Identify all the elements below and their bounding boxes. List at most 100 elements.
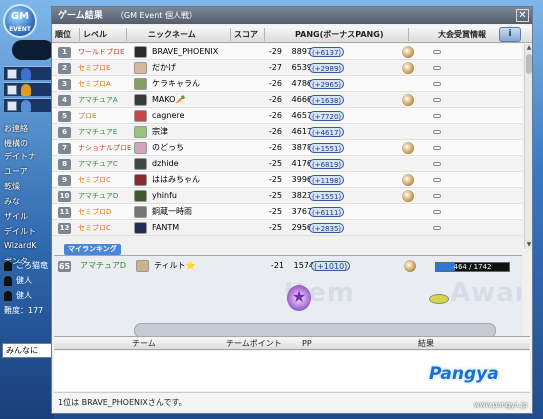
player-list-item: 難度：177 [4,305,52,320]
status-pill-icon [433,98,441,102]
rank-badge: 5 [58,111,71,122]
header-rank: 順位 [55,30,71,39]
table-row[interactable]: 8 アマチュアC dzhide -25 4176 (+6819) [52,156,522,172]
avatar-icon [134,222,147,234]
level-label: アマチュアC [78,160,118,168]
header-pp: PP [302,339,312,348]
status-message: 1位は BRAVE_PHOENIXさんです。 [58,398,187,407]
my-rank-badge: 65 [58,261,71,272]
info-button[interactable]: i [499,27,521,42]
table-row[interactable]: 1 ワールドプロE BRAVE_PHOENIX -29 8897 (+6137) [52,44,522,60]
table-row[interactable]: 2 セミプロE だかげ -27 6539 (+2989) [52,60,522,76]
bonus-pang: (+1551) [309,143,345,153]
status-pill-icon [433,210,441,214]
results-header: 順位 レベル ニックネーム スコア PANG(ボーナスPANG) 大会受賞情報 … [52,26,532,43]
my-level: アマチュアD [80,261,126,270]
my-ranking-row: 65 アマチュアD ティルト⭐ -21 1574 (+1010) 464 / 1… [54,258,522,274]
coin-item-icon[interactable] [429,294,449,304]
award-icon [402,46,414,58]
table-row[interactable]: 4 アマチュアA MAKO🥕 -26 4666 (+1638) [52,92,522,108]
game-result-dialog: ゲーム結果 （GM Event 個人戦） ✕ 順位 レベル ニックネーム スコア… [51,6,533,414]
table-row[interactable]: 10 アマチュアD yhinfu -25 3823 (+1551) [52,188,522,204]
award-banner-word: Award [450,278,522,308]
gm-badge-sub: EVENT [9,26,31,33]
status-pill-icon [433,146,441,150]
level-label: プロE [78,112,97,120]
column-divider [126,28,127,41]
avatar-icon [134,174,147,186]
player-slot[interactable] [4,82,54,96]
column-divider [79,28,80,41]
character-icon [21,84,31,96]
team-results-header: チーム チームポイント PP 結果 [54,336,530,350]
bonus-pang: (+4617) [309,127,345,137]
scroll-thumb[interactable] [526,54,532,74]
nickname: 宗津 [152,127,168,136]
avatar-icon [134,158,147,170]
table-row[interactable]: 6 アマチュアE 宗津 -26 4617 (+4617) [52,124,522,140]
player-slot[interactable] [4,66,54,80]
bonus-pang: (+1198) [309,175,345,185]
bonus-pang: (+7720) [309,111,345,121]
avatar-icon [134,142,147,154]
rank-badge: 11 [58,207,71,218]
player-name: 健人 [16,276,32,285]
player-slot[interactable] [4,98,54,112]
table-row[interactable]: 12 セミプロC FANTM -25 2956 (+2835) [52,220,522,236]
column-divider [408,28,409,41]
chat-line: みな [4,197,20,206]
avatar-icon [134,110,147,122]
status-pill-icon [433,114,441,118]
chat-line: ザイル [4,212,28,221]
my-score: -21 [270,261,284,270]
rank-badge: 8 [58,159,71,170]
award-icon [402,142,414,154]
header-team-point: チームポイント [226,339,282,348]
header-level: レベル [83,30,107,39]
scroll-up-icon[interactable]: ▲ [525,44,533,52]
nickname: BRAVE_PHOENIX [152,47,219,56]
level-label: ワールドプロE [78,48,125,56]
my-avatar-icon [136,260,149,272]
difficulty-text: 難度：177 [4,306,44,315]
level-label: セミプロD [78,208,112,216]
bonus-pang: (+2965) [309,79,345,89]
score: -26 [268,79,282,88]
nickname: ははみちゃん [152,175,200,184]
experience-text: 464 / 1742 [453,263,492,271]
header-nickname: ニックネーム [148,30,196,39]
avatar-icon [134,126,147,138]
chat-line: デイトナ [4,152,36,161]
status-pill-icon [433,178,441,182]
bonus-pang: (+6819) [309,159,345,169]
avatar-icon [134,94,147,106]
close-button[interactable]: ✕ [516,9,529,22]
nickname: yhinfu [152,191,177,200]
nickname: 銅蔵一時雨 [152,207,192,216]
level-label: ナショナルプロE [78,144,132,152]
table-row[interactable]: 3 セミプロA ケラキャラん -26 4786 (+2965) [52,76,522,92]
table-row[interactable]: 9 セミプロC ははみちゃん -25 3996 (+1198) [52,172,522,188]
rank-badge: 10 [58,191,71,202]
award-icon [402,190,414,202]
status-bar: 1位は BRAVE_PHOENIXさんです。 [54,392,530,412]
my-nickname: ティルト⭐ [154,261,196,270]
results-scrollbar[interactable]: ▲ ▼ [524,44,532,249]
nickname: だかげ [152,63,176,72]
star-item-icon[interactable]: ★ [287,285,311,311]
rank-badge: 1 [58,47,71,58]
avatar-icon [134,190,147,202]
chat-line: 機構の [4,139,28,148]
scroll-down-icon[interactable]: ▼ [525,241,533,249]
level-label: アマチュアA [78,96,118,104]
table-row[interactable]: 5 プロE cagnere -26 4657 (+7720) [52,108,522,124]
player-icon [4,260,12,271]
player-name: ころ猫竜 [16,261,48,270]
level-label: アマチュアD [78,192,119,200]
table-row[interactable]: 11 セミプロD 銅蔵一時雨 -25 3767 (+6111) [52,204,522,220]
player-list-item: ころ猫竜 [4,260,52,275]
header-tournament: 大会受賞情報 [438,30,486,39]
table-row[interactable]: 7 ナショナルプロE のどっち -26 3878 (+1551) [52,140,522,156]
rank-badge: 12 [58,223,71,234]
gm-badge-main: GM [10,11,30,22]
